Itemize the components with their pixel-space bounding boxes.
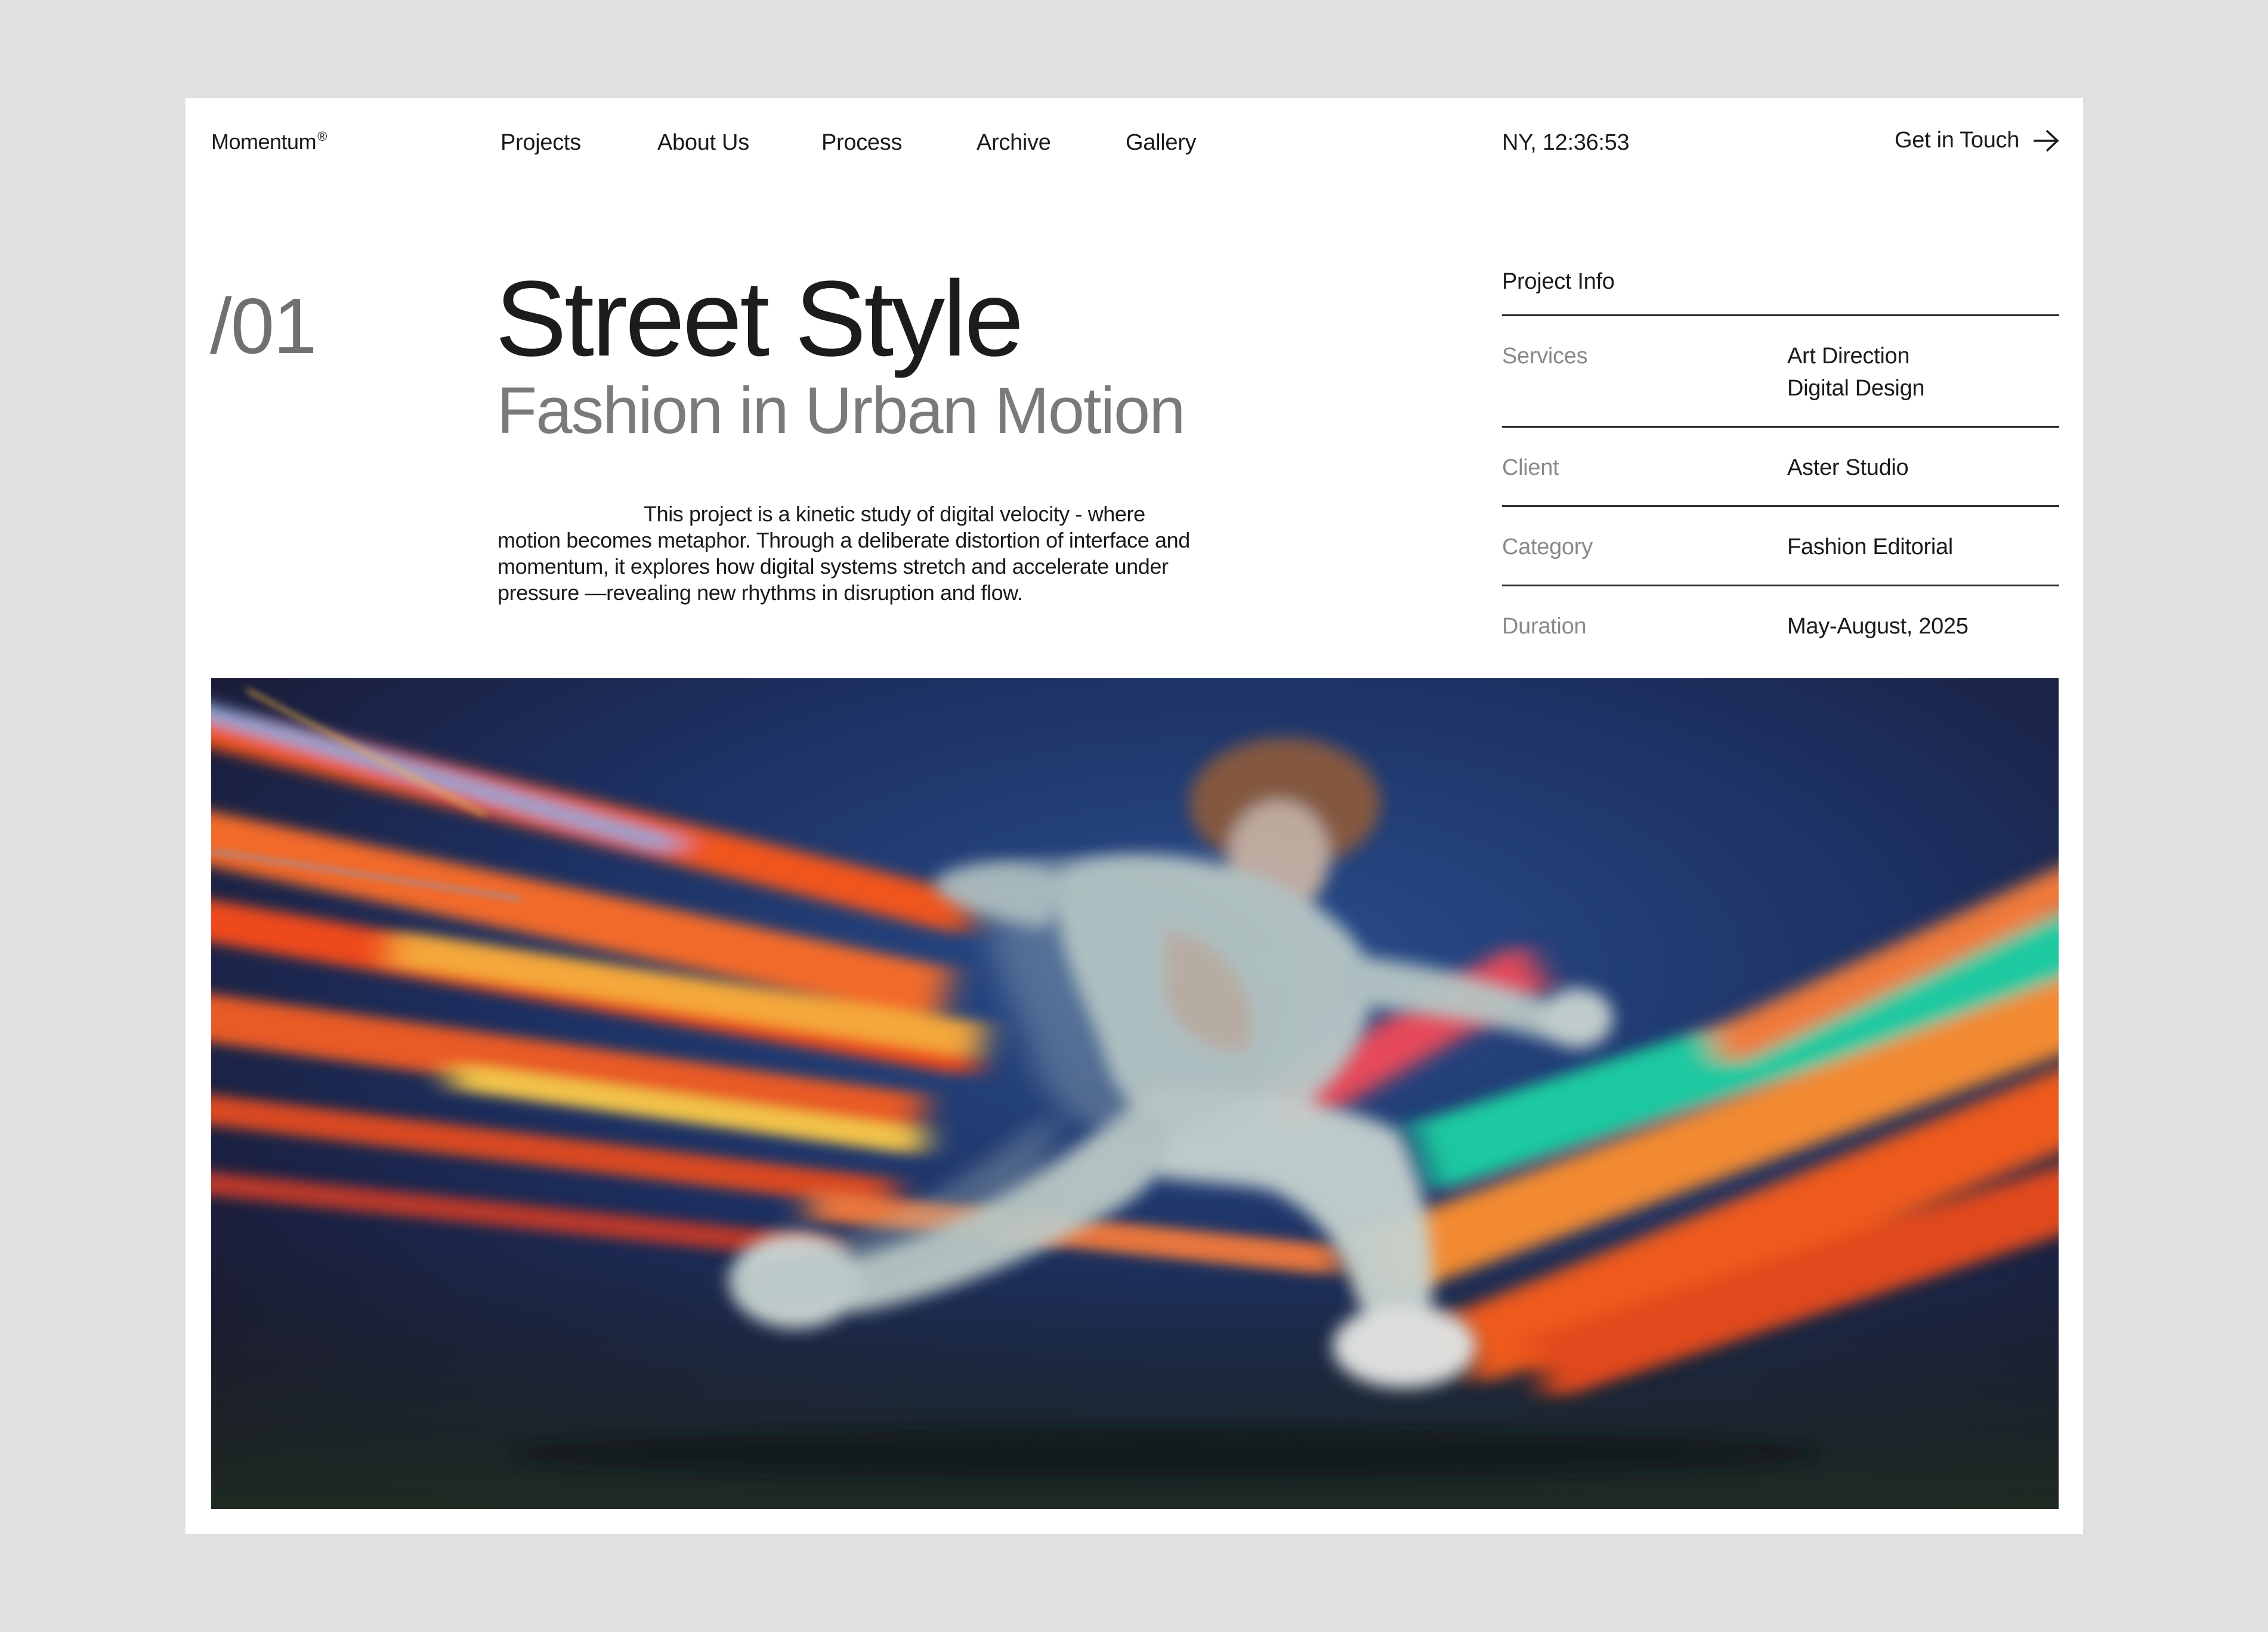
info-label: Category <box>1502 534 1593 560</box>
info-row-services: Services Art Direction Digital Design <box>1502 316 2059 428</box>
brand-logo[interactable]: Momentum® <box>211 129 327 154</box>
info-value-line: Art Direction <box>1787 344 1910 369</box>
brand-name: Momentum <box>211 129 317 154</box>
project-info-panel: Project Info Services Art Direction Digi… <box>1502 265 2059 664</box>
info-label: Services <box>1502 344 1588 369</box>
info-value: Art Direction Digital Design <box>1787 340 1925 404</box>
project-index: /01 <box>210 282 317 370</box>
project-title: Street Style <box>495 259 1024 379</box>
arrow-right-icon <box>2034 129 2059 152</box>
info-row-client: Client Aster Studio <box>1502 428 2059 507</box>
get-in-touch-button[interactable]: Get in Touch <box>1895 128 2060 153</box>
project-subtitle: Fashion in Urban Motion <box>497 374 1185 447</box>
info-row-duration: Duration May-August, 2025 <box>1502 586 2059 664</box>
hero-photo <box>211 678 2059 1509</box>
page-card: Momentum® Projects About Us Process Arch… <box>186 98 2083 1534</box>
nav-item-process[interactable]: Process <box>821 130 902 156</box>
project-info-heading: Project Info <box>1502 265 2059 316</box>
info-value: May-August, 2025 <box>1787 614 1969 639</box>
motion-blur-image <box>211 678 2059 1509</box>
info-value: Fashion Editorial <box>1787 534 1953 560</box>
info-label: Client <box>1502 455 1559 480</box>
location-clock: NY, 12:36:53 <box>1502 130 1630 155</box>
brand-mark: ® <box>317 129 327 144</box>
nav-item-projects[interactable]: Projects <box>500 130 581 156</box>
info-value: Aster Studio <box>1787 455 1909 480</box>
nav-item-archive[interactable]: Archive <box>977 130 1051 156</box>
info-label: Duration <box>1502 614 1587 639</box>
project-description: This project is a kinetic study of digit… <box>498 502 1190 605</box>
get-in-touch-label: Get in Touch <box>1895 128 2020 153</box>
nav-item-gallery[interactable]: Gallery <box>1126 130 1197 156</box>
nav-item-about-us[interactable]: About Us <box>657 130 749 156</box>
info-value-line: Digital Design <box>1787 376 1925 401</box>
info-row-category: Category Fashion Editorial <box>1502 507 2059 586</box>
